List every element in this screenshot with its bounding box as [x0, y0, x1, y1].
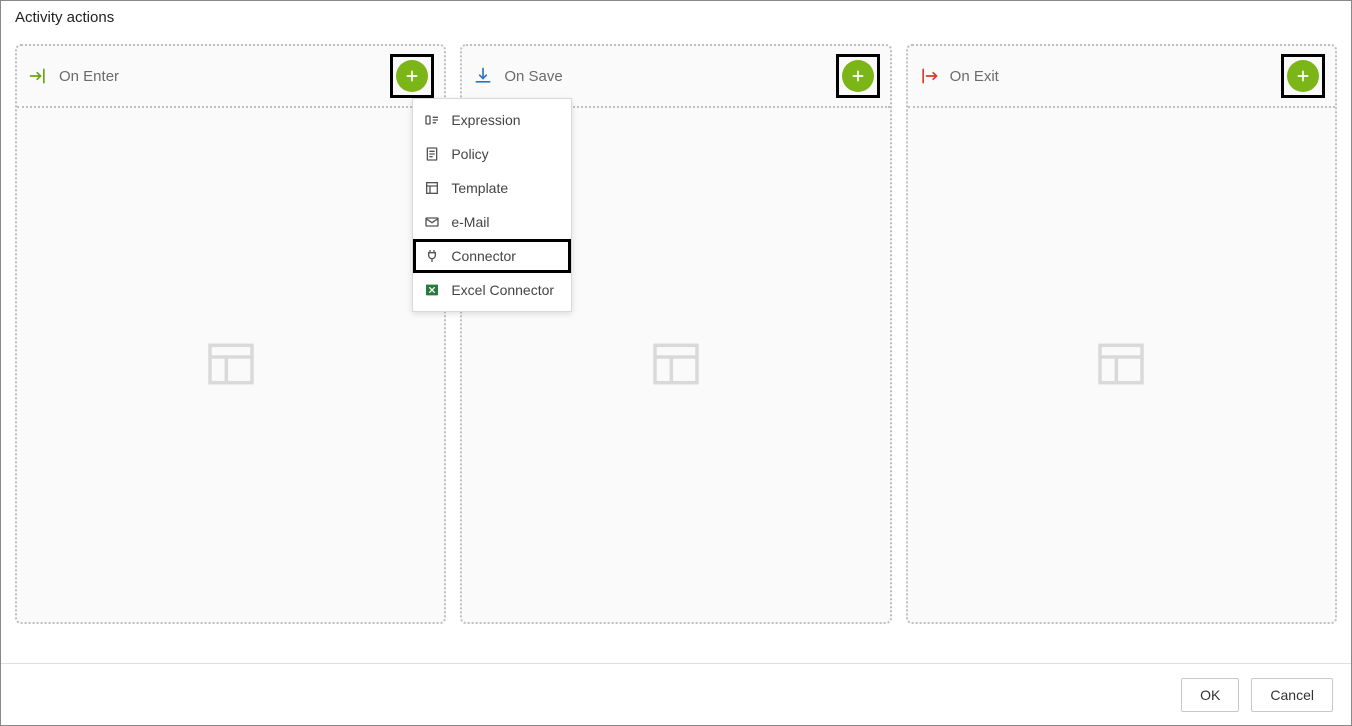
on-exit-title: On Exit: [950, 68, 1281, 85]
on-exit-panel: On Exit: [906, 44, 1337, 624]
dropdown-item-template[interactable]: Template: [413, 171, 571, 205]
policy-icon: [423, 145, 441, 163]
dropdown-item-label: Policy: [451, 146, 488, 162]
dropdown-item-connector[interactable]: Connector: [413, 239, 571, 273]
template-icon: [423, 179, 441, 197]
on-save-title: On Save: [504, 68, 835, 85]
dropdown-item-label: Excel Connector: [451, 282, 554, 298]
on-exit-add-button[interactable]: [1287, 60, 1319, 92]
panels-container: On Enter Expression: [1, 34, 1351, 624]
on-enter-add-highlight: [390, 54, 434, 98]
dropdown-item-expression[interactable]: Expression: [413, 103, 571, 137]
dropdown-item-label: e-Mail: [451, 214, 489, 230]
cancel-button[interactable]: Cancel: [1251, 678, 1333, 712]
dialog-footer: OK Cancel: [1, 663, 1351, 725]
add-action-dropdown: Expression Policy Template: [412, 98, 572, 312]
dropdown-item-policy[interactable]: Policy: [413, 137, 571, 171]
dropdown-item-excel-connector[interactable]: Excel Connector: [413, 273, 571, 307]
on-enter-panel: On Enter Expression: [15, 44, 446, 624]
empty-placeholder-icon: [203, 336, 259, 395]
expression-icon: [423, 111, 441, 129]
exit-arrow-icon: [918, 65, 940, 87]
connector-icon: [423, 247, 441, 265]
dropdown-item-email[interactable]: e-Mail: [413, 205, 571, 239]
empty-placeholder-icon: [1093, 336, 1149, 395]
on-save-add-button[interactable]: [842, 60, 874, 92]
dropdown-item-label: Template: [451, 180, 508, 196]
empty-placeholder-icon: [648, 336, 704, 395]
email-icon: [423, 213, 441, 231]
on-enter-title: On Enter: [59, 68, 390, 85]
dialog-title: Activity actions: [1, 1, 1351, 34]
save-download-icon: [472, 65, 494, 87]
dropdown-item-label: Connector: [451, 248, 516, 264]
on-save-add-highlight: [836, 54, 880, 98]
ok-button[interactable]: OK: [1181, 678, 1239, 712]
dropdown-item-label: Expression: [451, 112, 520, 128]
on-exit-body: [908, 108, 1335, 622]
on-enter-add-button[interactable]: [396, 60, 428, 92]
on-enter-body: [17, 108, 444, 622]
on-exit-add-highlight: [1281, 54, 1325, 98]
on-exit-header: On Exit: [908, 46, 1335, 108]
on-enter-header: On Enter Expression: [17, 46, 444, 108]
excel-icon: [423, 281, 441, 299]
activity-actions-dialog: Activity actions On Enter: [0, 0, 1352, 726]
enter-arrow-icon: [27, 65, 49, 87]
